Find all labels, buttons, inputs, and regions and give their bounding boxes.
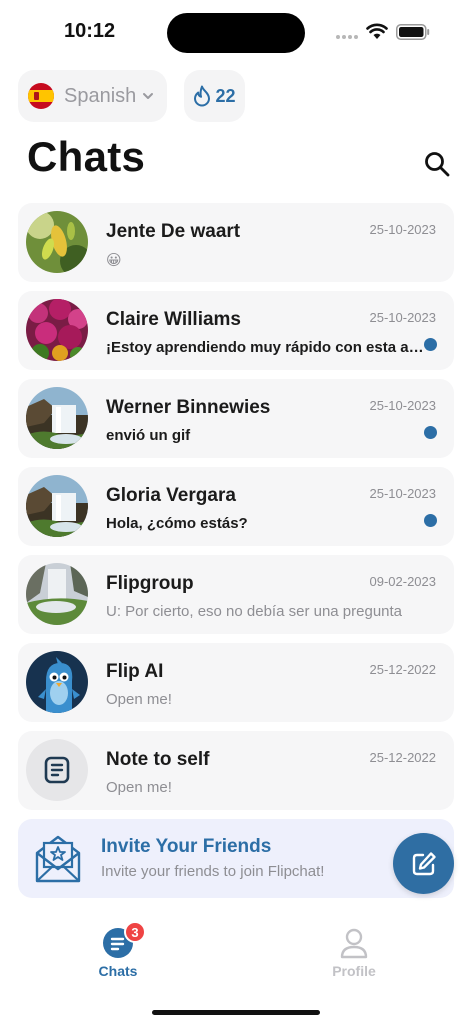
- avatar: [26, 475, 88, 537]
- streak-counter[interactable]: 22: [184, 70, 245, 122]
- chat-name: Jente De waart: [106, 221, 241, 242]
- chat-item[interactable]: Note to self 25-12-2022 Open me!: [18, 731, 454, 810]
- tab-label: Chats: [98, 963, 138, 979]
- chat-date: 25-10-2023: [369, 398, 437, 413]
- chat-name: Flip AI: [106, 661, 164, 682]
- chat-preview: U: Por cierto, eso no debía ser una preg…: [106, 603, 403, 620]
- streak-count: 22: [215, 85, 236, 106]
- chat-date: 09-02-2023: [369, 574, 437, 589]
- unread-indicator: [424, 426, 437, 439]
- chat-date: 25-12-2022: [369, 662, 437, 677]
- chat-preview: Open me!: [106, 691, 172, 708]
- cellular-signal-icon: [336, 35, 360, 39]
- chat-item[interactable]: Flipgroup 09-02-2023 U: Por cierto, eso …: [18, 555, 454, 634]
- chat-name: Note to self: [106, 749, 210, 770]
- invite-friends-banner[interactable]: Invite Your Friends Invite your friends …: [18, 819, 454, 898]
- avatar: [26, 387, 88, 449]
- chat-item[interactable]: Jente De waart 25-10-2023 😀: [18, 203, 454, 282]
- dynamic-island: [167, 13, 305, 53]
- chat-preview: Hola, ¿cómo estás?: [106, 515, 248, 532]
- avatar: [26, 211, 88, 273]
- note-avatar: [26, 739, 88, 801]
- chat-preview: Open me!: [106, 779, 172, 796]
- chat-name: Flipgroup: [106, 573, 194, 594]
- chat-date: 25-12-2022: [369, 750, 437, 765]
- language-selector[interactable]: Spanish: [18, 70, 167, 122]
- invite-title: Invite Your Friends: [101, 836, 272, 857]
- search-icon[interactable]: [423, 150, 451, 178]
- unread-indicator: [424, 514, 437, 527]
- chat-preview: 😀: [106, 252, 122, 269]
- page-title: Chats: [27, 133, 146, 180]
- profile-icon: [340, 928, 368, 959]
- envelope-invite-icon: [35, 835, 81, 883]
- avatar: [26, 563, 88, 625]
- invite-subtitle: Invite your friends to join Flipchat!: [101, 863, 325, 880]
- chevron-down-icon: [143, 93, 154, 99]
- chat-item[interactable]: Werner Binnewies 25-10-2023 envió un gif: [18, 379, 454, 458]
- chat-item[interactable]: Gloria Vergara 25-10-2023 Hola, ¿cómo es…: [18, 467, 454, 546]
- edit-icon: [412, 851, 436, 875]
- chat-item[interactable]: Flip AI 25-12-2022 Open me!: [18, 643, 454, 722]
- chat-date: 25-10-2023: [369, 222, 437, 237]
- chat-date: 25-10-2023: [369, 486, 437, 501]
- compose-button[interactable]: [393, 833, 454, 894]
- unread-indicator: [424, 338, 437, 351]
- chat-list: Jente De waart 25-10-2023 😀 Claire Willi…: [18, 203, 454, 819]
- tab-label: Profile: [332, 963, 376, 979]
- chat-date: 25-10-2023: [369, 310, 437, 325]
- tab-profile[interactable]: Profile: [309, 925, 399, 985]
- chat-name: Werner Binnewies: [106, 397, 271, 418]
- spain-flag-icon: [28, 83, 54, 109]
- unread-count-badge: 3: [124, 921, 146, 943]
- home-indicator: [152, 1010, 320, 1015]
- chat-preview: envió un gif: [106, 427, 191, 444]
- battery-icon: [396, 24, 430, 40]
- avatar: [26, 651, 88, 713]
- language-label: Spanish: [64, 84, 137, 107]
- note-icon: [44, 756, 70, 784]
- status-time: 10:12: [64, 20, 116, 42]
- wifi-icon: [366, 23, 388, 39]
- chat-preview: ¡Estoy aprendiendo muy rápido con esta a…: [106, 339, 424, 356]
- flame-icon: [194, 85, 211, 107]
- chat-item[interactable]: Claire Williams 25-10-2023 ¡Estoy aprend…: [18, 291, 454, 370]
- status-bar: 10:12: [0, 0, 472, 62]
- avatar: [26, 299, 88, 361]
- tab-chats[interactable]: 3 Chats: [73, 921, 163, 985]
- chat-name: Gloria Vergara: [106, 485, 236, 506]
- chat-name: Claire Williams: [106, 309, 241, 330]
